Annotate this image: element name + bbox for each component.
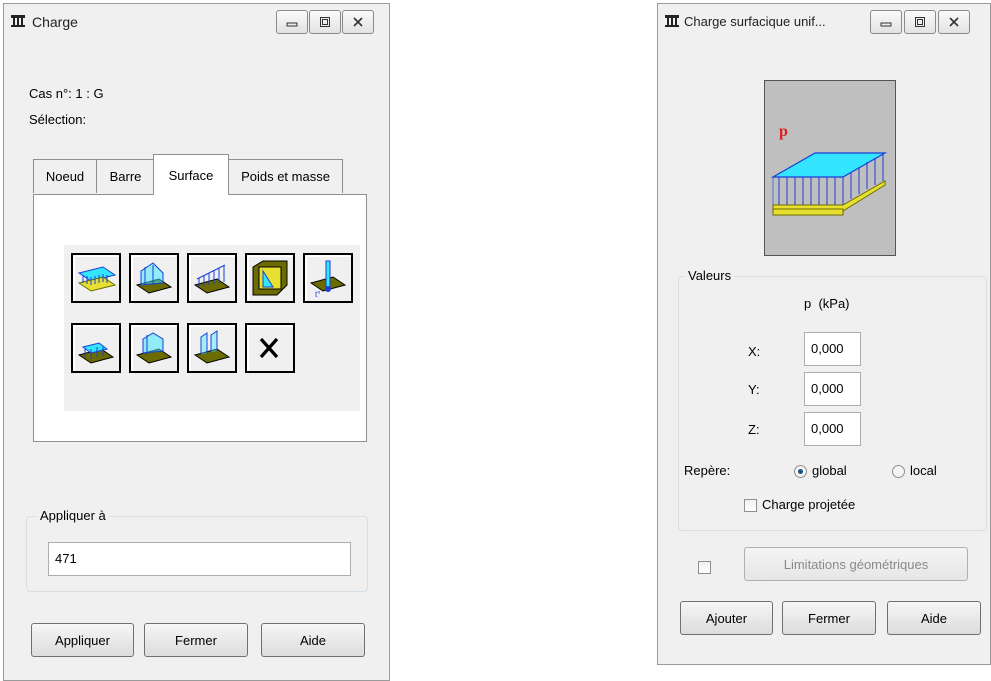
minimize-icon [880, 22, 892, 27]
hydrostatic-pressure-icon [252, 260, 288, 296]
geometric-limits-checkbox[interactable] [698, 561, 711, 574]
planar-load-icon [193, 330, 231, 364]
linear-3p-load-button[interactable] [129, 323, 179, 373]
window-title: Charge [32, 14, 78, 30]
preview-load-label: p [779, 123, 788, 140]
tab-surface[interactable]: Surface [153, 154, 229, 195]
load-preview-image: p [764, 80, 896, 256]
apply-button[interactable]: Appliquer [31, 623, 134, 657]
thermal-load-button[interactable]: t° [303, 253, 353, 303]
close-icon [353, 17, 363, 27]
global-radio[interactable] [794, 465, 807, 478]
minimize-icon [286, 22, 298, 27]
x-value-input[interactable]: 0,000 [804, 332, 861, 366]
values-group-label: Valeurs [685, 268, 735, 283]
linear-surface-load-button[interactable] [129, 253, 179, 303]
help-button[interactable]: Aide [261, 623, 365, 657]
maximize-button[interactable] [904, 10, 936, 34]
minimize-button[interactable] [870, 10, 902, 34]
uniform-surface-load-button[interactable] [71, 253, 121, 303]
svg-text:t°: t° [315, 290, 320, 299]
local-radio[interactable] [892, 465, 905, 478]
close-button[interactable]: Fermer [782, 601, 876, 635]
tab-barre[interactable]: Barre [96, 159, 155, 193]
uniform-surface-load-illustration [770, 152, 888, 216]
thermal-load-icon: t° [309, 260, 347, 299]
surface-tab-panel: t° [33, 194, 367, 442]
selection-label: Sélection: [29, 112, 87, 127]
minimize-button[interactable] [276, 10, 308, 34]
geometric-limits-button[interactable]: Limitations géométriques [744, 547, 968, 581]
z-value-input[interactable]: 0,000 [804, 412, 861, 446]
app-icon [665, 15, 679, 27]
planar-load-button[interactable] [187, 323, 237, 373]
window-title: Charge surfacique unif... [684, 14, 826, 29]
close-window-button[interactable] [342, 10, 374, 34]
projected-load-label[interactable]: Charge projetée [762, 497, 855, 512]
close-button[interactable]: Fermer [144, 623, 248, 657]
y-value-input[interactable]: 0,000 [804, 372, 861, 406]
add-button[interactable]: Ajouter [680, 601, 773, 635]
surface-load-contour-icon [77, 342, 115, 364]
linear-edge-load-icon [193, 264, 231, 294]
title-bar: Charge surfacique unif... [658, 4, 990, 40]
close-icon [949, 17, 959, 27]
uniform-surface-load-icon [77, 266, 117, 292]
local-radio-label[interactable]: local [910, 463, 937, 478]
frame-label: Repère: [684, 463, 731, 478]
x-label: X: [748, 344, 761, 359]
projected-load-checkbox[interactable] [744, 499, 757, 512]
global-radio-label[interactable]: global [812, 463, 847, 478]
maximize-icon [320, 17, 330, 27]
z-label: Z: [748, 422, 760, 437]
y-label: Y: [748, 382, 760, 397]
charge-dialog: Charge Cas n°: 1 : G Sélection: Noeud Ba… [3, 3, 390, 681]
close-window-button[interactable] [938, 10, 970, 34]
load-type-toolbar: t° [64, 245, 360, 411]
tab-poids-et-masse[interactable]: Poids et masse [228, 159, 343, 193]
hydrostatic-pressure-button[interactable] [245, 253, 295, 303]
title-bar: Charge [4, 4, 389, 40]
apply-to-label: Appliquer à [37, 508, 109, 523]
linear-edge-load-button[interactable] [187, 253, 237, 303]
case-label: Cas n°: 1 : G [29, 86, 104, 101]
help-button[interactable]: Aide [887, 601, 981, 635]
linear-surface-load-icon [135, 262, 173, 294]
delete-load-icon [259, 337, 279, 359]
apply-to-input[interactable]: 471 [48, 542, 351, 576]
uniform-surface-load-dialog: Charge surfacique unif... p Valeurs p (k… [657, 3, 991, 665]
app-icon [11, 15, 25, 27]
maximize-button[interactable] [309, 10, 341, 34]
maximize-icon [915, 17, 925, 27]
surface-load-contour-button[interactable] [71, 323, 121, 373]
tab-noeud[interactable]: Noeud [33, 159, 97, 193]
linear-3p-load-icon [135, 332, 173, 364]
delete-load-button[interactable] [245, 323, 295, 373]
column-header: p (kPa) [804, 296, 850, 311]
